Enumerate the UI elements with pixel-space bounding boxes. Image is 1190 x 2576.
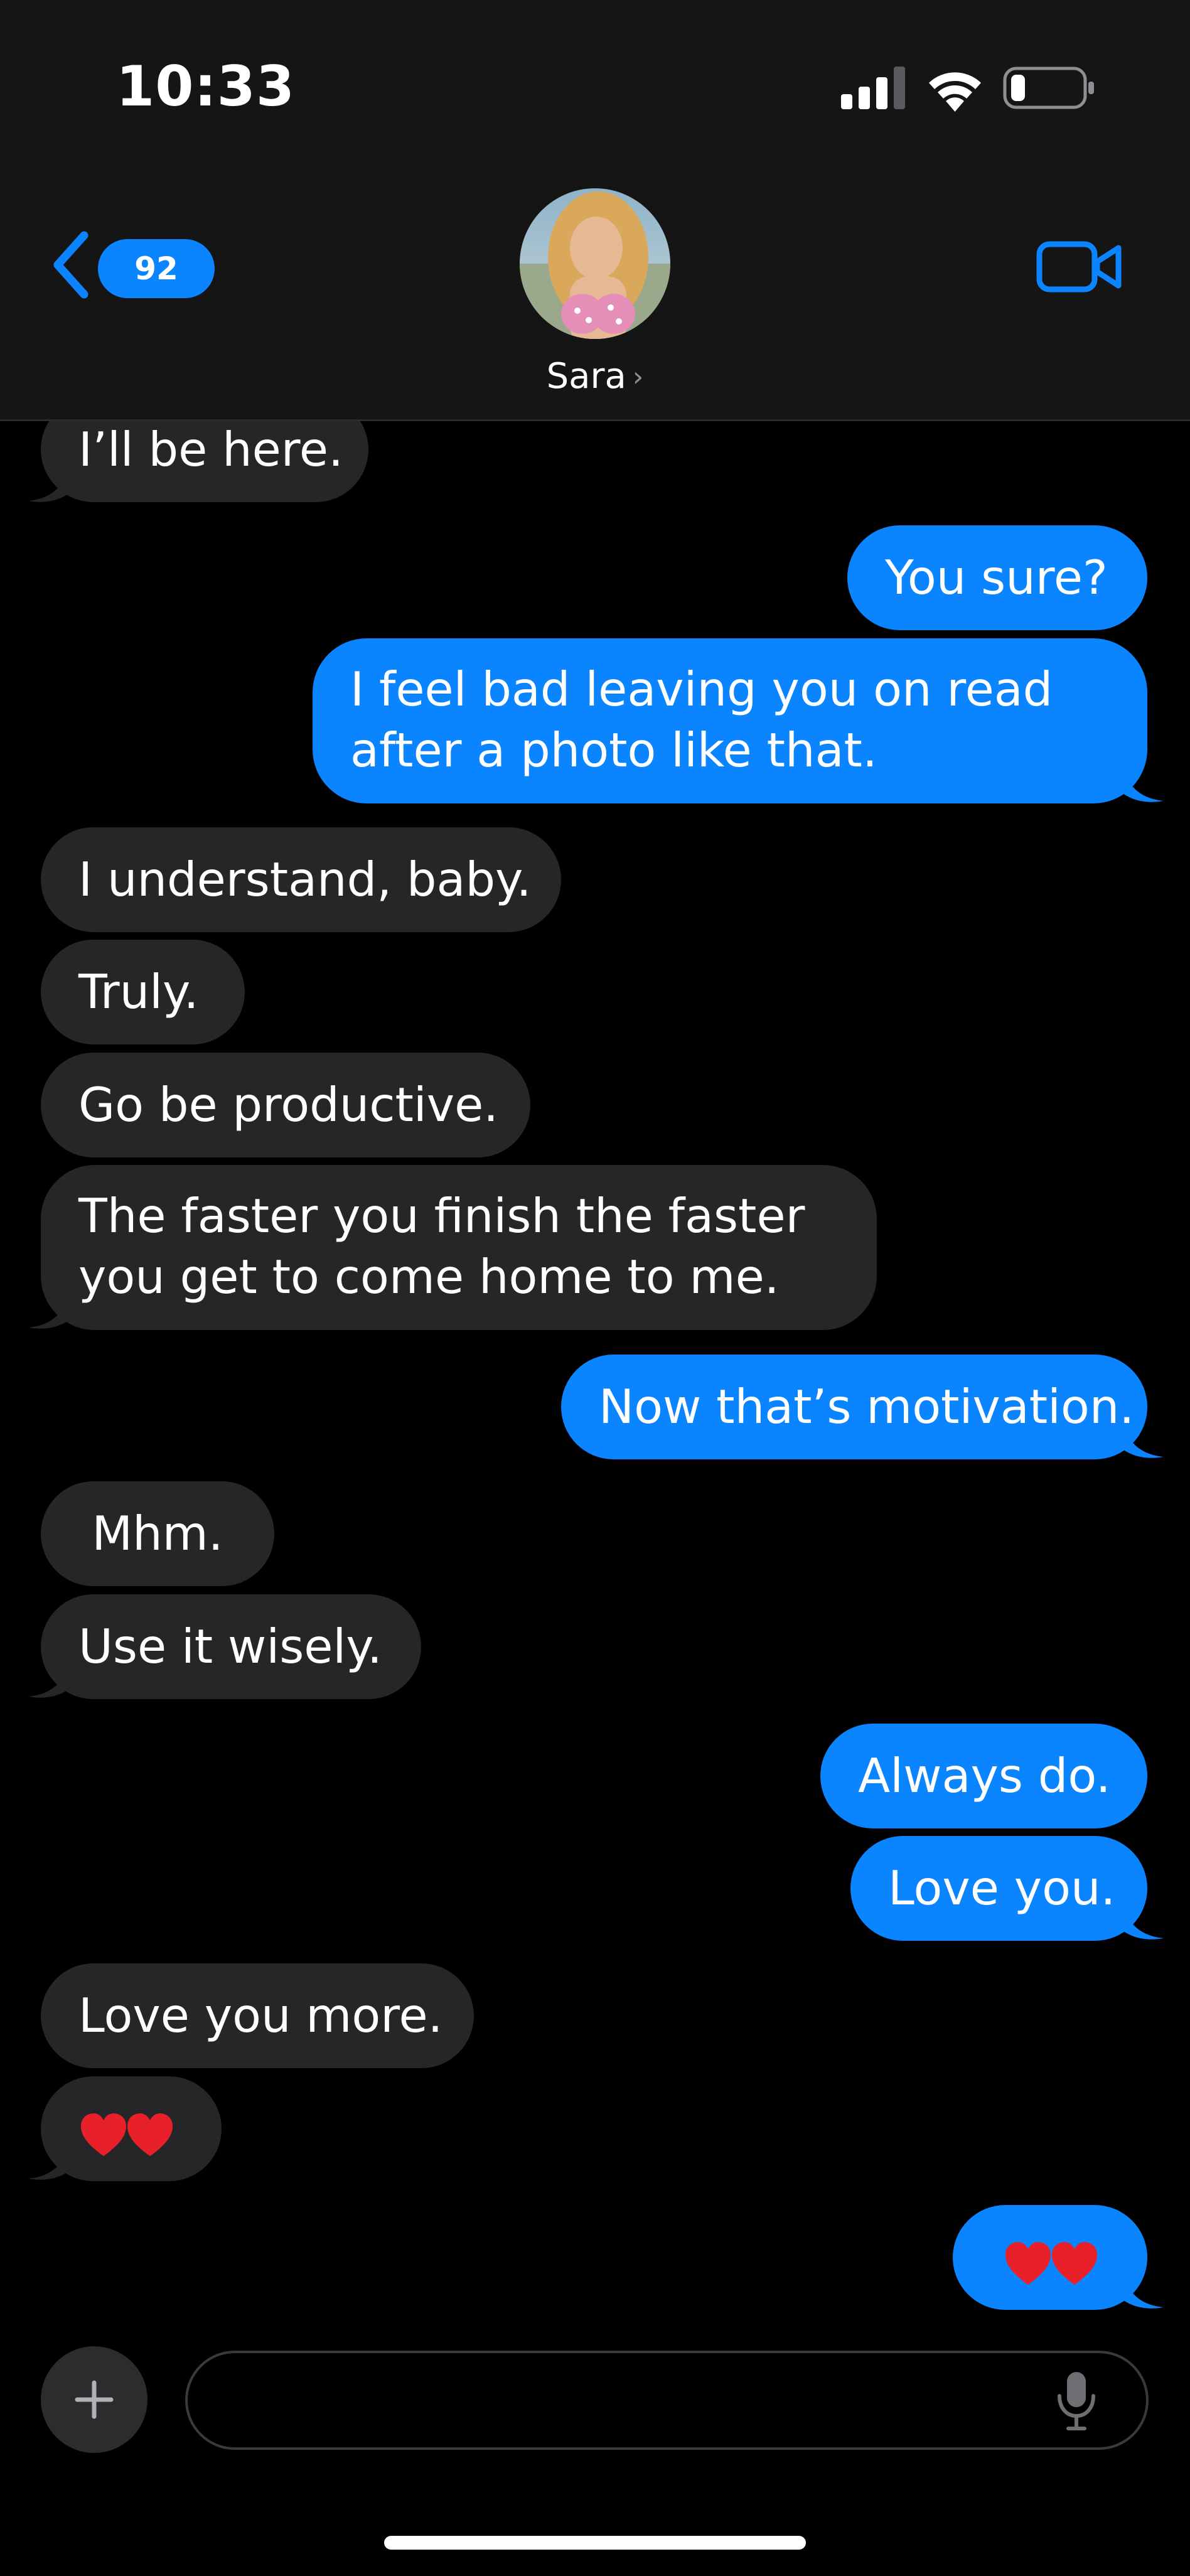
bubble-tail: [1113, 2266, 1164, 2309]
outgoing-message-bubble[interactable]: Always do.: [820, 1724, 1147, 1828]
incoming-message-bubble[interactable]: The faster you finish the faster you get…: [28, 1165, 877, 1330]
red-heart-emoji: [1052, 2242, 1097, 2285]
outgoing-message-bubble[interactable]: I feel bad leaving you on read after a p…: [313, 638, 1164, 803]
battery-icon: [1003, 67, 1094, 109]
message-text: Always do.: [858, 1748, 1111, 1803]
plus-icon: [75, 2380, 114, 2419]
outgoing-message-bubble[interactable]: Now that’s motivation.: [561, 1355, 1164, 1459]
message-text: I’ll be here.: [78, 422, 343, 477]
message-input[interactable]: [185, 2351, 1149, 2450]
bubble-tail: [28, 1655, 78, 1698]
home-indicator[interactable]: [384, 2536, 806, 2550]
back-chevron-icon: [53, 231, 88, 299]
bubble-tail: [28, 2137, 78, 2180]
message-text: I understand, baby.: [78, 852, 532, 907]
cellular-signal-icon: [841, 67, 905, 109]
bubble-tail: [1113, 1897, 1164, 1940]
bubble-tail: [28, 459, 78, 502]
chevron-right-icon: ›: [632, 361, 644, 393]
message-text-line: after a photo like that.: [350, 722, 877, 778]
red-heart-emoji: [127, 2113, 173, 2157]
bubble-tail: [1113, 759, 1164, 802]
message-text: You sure?: [885, 550, 1108, 605]
conversation-header: 10:33 92 Sara ›: [0, 0, 1190, 421]
message-text: Go be productive.: [78, 1077, 499, 1132]
message-text: Use it wisely.: [78, 1619, 382, 1674]
video-camera-icon[interactable]: [1036, 235, 1123, 298]
red-heart-emoji: [1005, 2242, 1051, 2285]
message-text: Truly.: [78, 964, 199, 1019]
outgoing-message-bubble[interactable]: You sure?: [847, 525, 1147, 630]
message-text-line: I feel bad leaving you on read: [350, 662, 1053, 717]
incoming-message-bubble[interactable]: Love you more.: [41, 1963, 474, 2068]
message-text: Love you more.: [78, 1988, 443, 2043]
incoming-message-bubble[interactable]: Mhm.: [41, 1481, 274, 1586]
microphone-icon[interactable]: [1054, 2369, 1098, 2432]
incoming-message-bubble[interactable]: Truly.: [41, 940, 245, 1044]
wifi-icon: [929, 72, 981, 112]
back-button[interactable]: 92: [49, 229, 215, 301]
bubble-tail: [1113, 1415, 1164, 1458]
bubble-tail: [28, 1286, 78, 1329]
incoming-message-bubble[interactable]: Use it wisely.: [28, 1594, 421, 1699]
incoming-message-bubble[interactable]: I understand, baby.: [41, 827, 561, 932]
message-text-line: you get to come home to me.: [78, 1249, 780, 1304]
incoming-emoji-bubble[interactable]: [28, 2076, 222, 2181]
add-attachment-button[interactable]: [41, 2346, 147, 2453]
message-text-line: The faster you finish the faster: [78, 1188, 805, 1243]
avatar-photo: [520, 188, 670, 339]
unread-count-badge: 92: [98, 239, 215, 298]
contact-avatar[interactable]: [520, 188, 670, 339]
message-text: Mhm.: [92, 1506, 223, 1561]
incoming-message-bubble[interactable]: Go be productive.: [41, 1053, 530, 1157]
red-heart-emoji: [81, 2113, 126, 2157]
outgoing-message-bubble[interactable]: Love you.: [850, 1836, 1164, 1941]
contact-name-button[interactable]: Sara ›: [490, 352, 700, 402]
message-text: Love you.: [888, 1860, 1116, 1916]
message-text: Now that’s motivation.: [599, 1379, 1135, 1434]
contact-name: Sara: [546, 356, 626, 397]
status-time: 10:33: [116, 54, 296, 119]
outgoing-emoji-bubble[interactable]: [953, 2205, 1164, 2310]
